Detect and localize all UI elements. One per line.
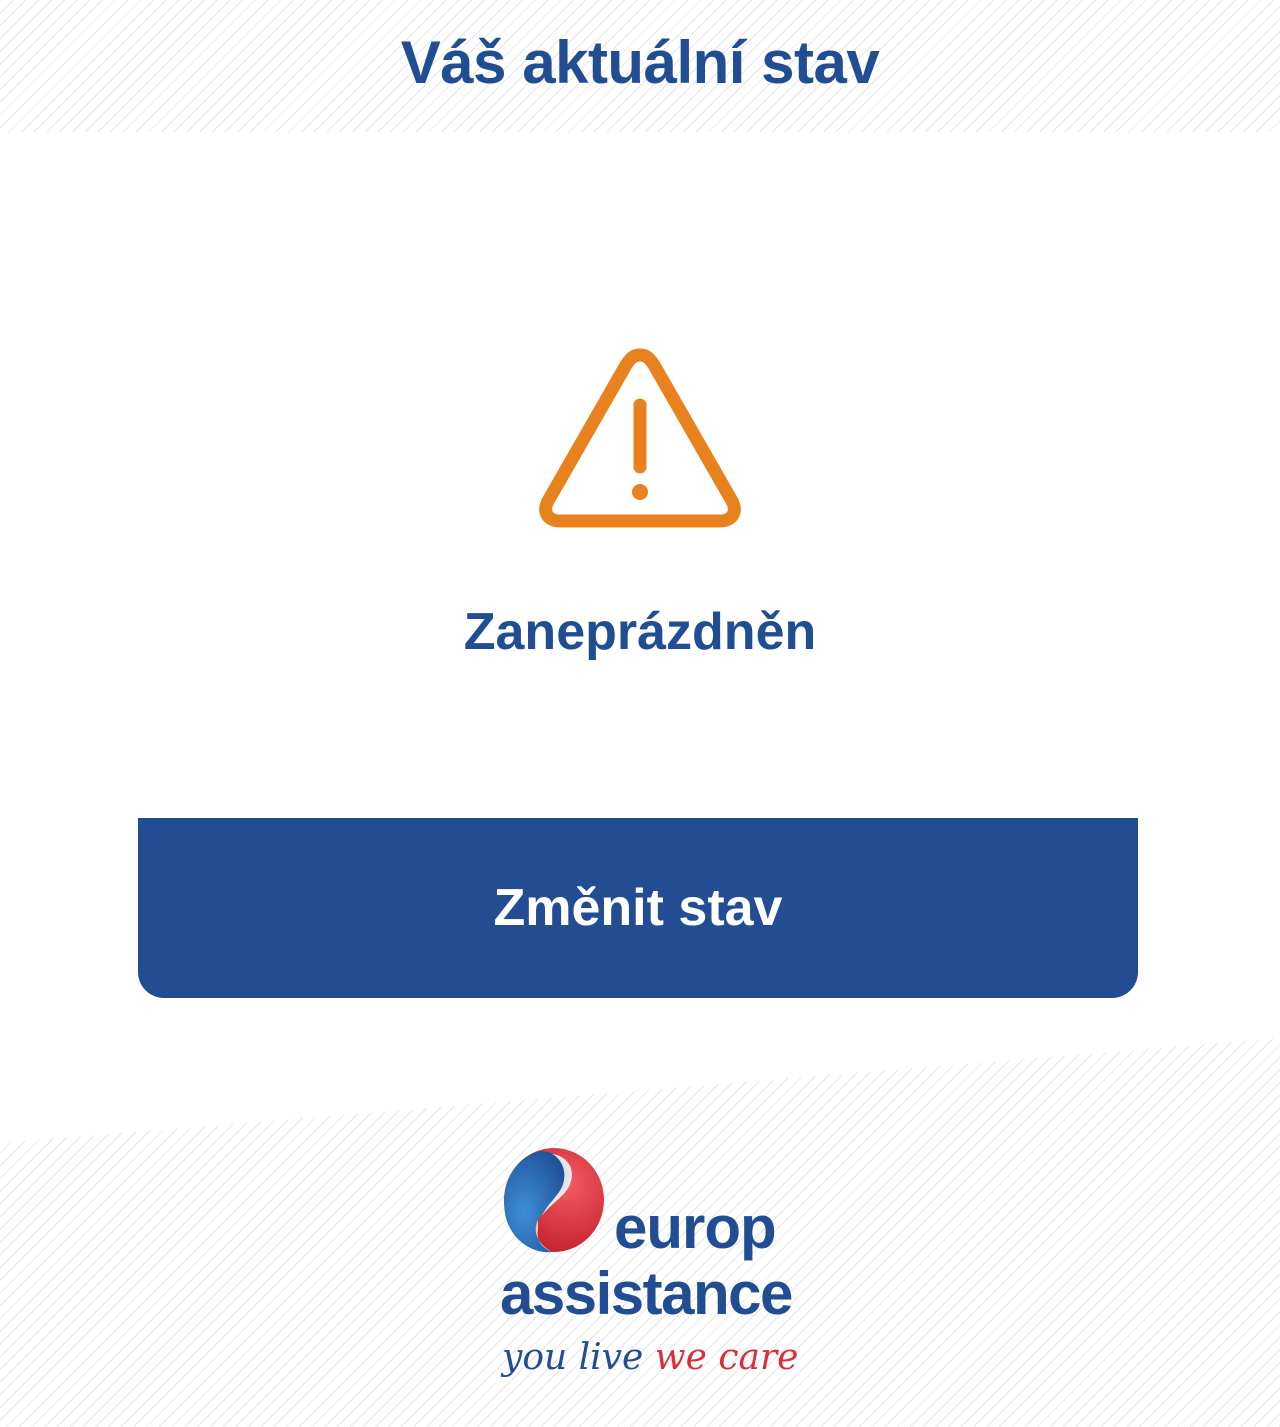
- tagline-we-care: we care: [654, 1337, 799, 1378]
- brand-name-line1: europ: [614, 1194, 777, 1261]
- page-title: Váš aktuální stav: [400, 29, 880, 96]
- status-label: Zaneprázdněn: [463, 603, 817, 661]
- europ-assistance-logo: europ assistance you live we care: [498, 1144, 798, 1394]
- change-status-button[interactable]: Změnit stav: [138, 818, 1138, 998]
- tagline-you-live: you live: [502, 1337, 644, 1378]
- brand-name-line2: assistance: [500, 1260, 793, 1327]
- brand-tagline: you live we care: [502, 1336, 798, 1380]
- header: Váš aktuální stav: [0, 0, 1280, 132]
- globe-logo-icon: [504, 1148, 604, 1253]
- warning-triangle-icon: [539, 348, 741, 528]
